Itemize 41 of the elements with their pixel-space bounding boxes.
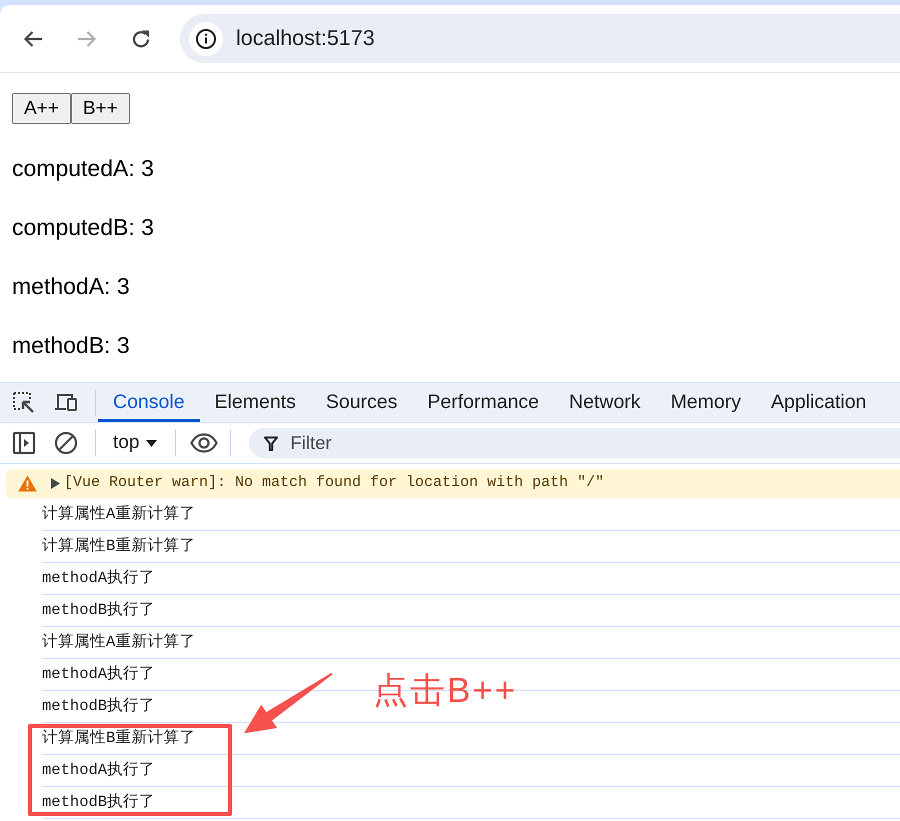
devtools-tab[interactable]: Memory — [656, 383, 756, 422]
annotation-text: 点击B++ — [373, 673, 518, 708]
sidebar-icon — [12, 431, 36, 455]
page-button[interactable]: A++ — [12, 93, 71, 124]
caret-icon — [146, 440, 158, 446]
log-message: methodA执行了 — [42, 568, 156, 589]
filter-icon — [264, 436, 278, 450]
live-expression-button[interactable] — [189, 433, 220, 453]
page-button[interactable]: B++ — [70, 93, 130, 124]
devtools-tab[interactable]: Application — [756, 383, 882, 422]
eye-icon — [190, 433, 218, 453]
log-message: 计算属性A重新计算了 — [42, 632, 196, 653]
clear-icon — [54, 431, 78, 455]
devtools-tab[interactable]: Sources — [310, 383, 412, 422]
output-text: computedB: 3 — [12, 213, 155, 241]
output-text: methodA: 3 — [12, 272, 131, 300]
reload-icon — [131, 28, 151, 48]
log-message: methodB执行了 — [42, 696, 156, 717]
devtools-tab[interactable]: Performance — [412, 383, 554, 422]
address-field[interactable]: localhost:5173 — [180, 14, 900, 63]
log-message: 计算属性A重新计算了 — [42, 504, 196, 525]
log-message: 计算属性B重新计算了 — [42, 536, 196, 557]
context-dropdown[interactable]: top — [109, 428, 162, 458]
back-icon — [23, 28, 43, 48]
site-info-icon[interactable] — [189, 22, 223, 56]
devtools-tab[interactable]: Elements — [200, 383, 311, 422]
devtools-tab[interactable]: Console — [98, 383, 200, 422]
log-message: methodA执行了 — [42, 664, 156, 685]
log-message: methodB执行了 — [42, 600, 156, 621]
warning-text: [Vue Router warn]: No match found for location with path "/" — [64, 473, 604, 494]
output-text: computedA: 3 — [12, 154, 155, 182]
output-text: methodB: 3 — [12, 331, 131, 359]
expand-triangle-icon[interactable] — [51, 478, 60, 489]
filter-field[interactable]: Filter — [249, 428, 900, 458]
forward-icon — [77, 28, 97, 48]
warning-icon — [18, 475, 37, 492]
log-message: methodB执行了 — [42, 792, 156, 813]
devtools-tab[interactable]: Network — [554, 383, 656, 422]
inspect-icon — [12, 390, 36, 414]
log-message: methodA执行了 — [42, 760, 156, 781]
log-message: 计算属性B重新计算了 — [42, 728, 196, 749]
